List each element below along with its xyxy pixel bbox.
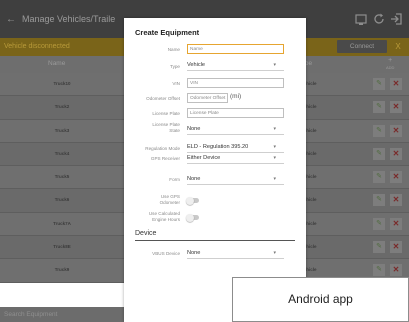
edit-icon[interactable]: ✎ xyxy=(373,78,385,90)
odometer-offset-input[interactable]: Odometer Offset xyxy=(187,93,228,103)
chevron-down-icon: ▾ xyxy=(273,62,276,68)
regulation-mode-label: Regulation Mode xyxy=(145,146,180,151)
logout-icon[interactable] xyxy=(389,11,405,27)
delete-icon[interactable]: ✕ xyxy=(390,241,402,254)
delete-icon[interactable]: ✕ xyxy=(390,217,402,230)
row-name: Truck3 xyxy=(54,127,70,133)
row-name: Truck10 xyxy=(53,81,71,86)
regulation-mode-value: ELD - Regulation 395.20 xyxy=(187,144,249,150)
edit-icon[interactable]: ✎ xyxy=(373,241,385,254)
form-value: None xyxy=(187,176,201,182)
odometer-unit: (mi) xyxy=(230,93,242,100)
edit-icon[interactable]: ✎ xyxy=(373,147,385,160)
plus-icon: + xyxy=(388,57,393,64)
use-calculated-engine-hours-label: Use Calculated Engine Hours xyxy=(148,211,180,222)
license-plate-state-value: None xyxy=(187,126,201,132)
refresh-icon[interactable] xyxy=(371,11,387,27)
delete-icon[interactable]: ✕ xyxy=(390,101,402,114)
connection-status-text: Vehicle disconnected xyxy=(4,43,70,50)
license-plate-state-label: License Plate State xyxy=(152,122,180,133)
gps-receiver-value: Either Device xyxy=(187,155,221,161)
form-label: Form xyxy=(169,177,180,182)
device-section-title: Device xyxy=(135,230,157,237)
edit-icon[interactable]: ✎ xyxy=(373,264,385,277)
name-label: Name xyxy=(167,47,180,52)
row-name: Truck9 xyxy=(54,267,70,273)
row-name: Truck5 xyxy=(54,174,70,180)
type-value: Vehicle xyxy=(187,62,206,68)
regulation-mode-dropdown[interactable]: ELD - Regulation 395.20 ▾ xyxy=(187,142,284,153)
edit-icon[interactable]: ✎ xyxy=(373,194,385,207)
delete-icon[interactable]: ✕ xyxy=(390,124,402,137)
odometer-offset-label: Odometer Offset xyxy=(146,96,180,101)
edit-icon[interactable]: ✎ xyxy=(373,101,385,114)
toggle-knob xyxy=(186,213,194,222)
chevron-down-icon: ▾ xyxy=(273,176,276,182)
name-input[interactable]: Name xyxy=(187,44,284,54)
license-plate-label: License Plate xyxy=(152,111,180,116)
app-title: Manage Vehicles/Traile xyxy=(22,14,116,24)
dialog-title: Create Equipment xyxy=(135,28,200,37)
delete-icon[interactable]: ✕ xyxy=(390,194,402,207)
row-name: Truck7A xyxy=(53,220,71,226)
vbus-device-value: None xyxy=(187,250,201,256)
form-dropdown[interactable]: None ▾ xyxy=(187,174,284,185)
row-name: Truck4 xyxy=(54,150,70,156)
chevron-down-icon: ▾ xyxy=(273,250,276,256)
delete-icon[interactable]: ✕ xyxy=(390,78,402,90)
gps-receiver-dropdown[interactable]: Either Device ▾ xyxy=(187,153,284,164)
edit-icon[interactable]: ✎ xyxy=(373,124,385,137)
row-name: Truck2 xyxy=(54,104,70,110)
edit-icon[interactable]: ✎ xyxy=(373,217,385,230)
delete-icon[interactable]: ✕ xyxy=(390,264,402,277)
toggle-knob xyxy=(186,196,194,205)
license-plate-input[interactable]: License Plate xyxy=(187,108,284,118)
license-plate-state-dropdown[interactable]: None ▾ xyxy=(187,124,284,135)
chevron-down-icon: ▾ xyxy=(273,126,276,132)
use-gps-odometer-toggle[interactable] xyxy=(186,196,199,205)
row-name: Truck6 xyxy=(54,197,70,203)
bluetooth-icon[interactable] xyxy=(353,11,369,27)
row-name: Truck8E xyxy=(53,244,71,250)
edit-icon[interactable]: ✎ xyxy=(373,171,385,184)
use-calculated-engine-hours-toggle[interactable] xyxy=(186,213,199,222)
dismiss-status-button[interactable]: X xyxy=(392,39,404,54)
gps-receiver-label: GPS Receiver xyxy=(150,156,180,161)
android-app-caption: Android app xyxy=(232,277,409,322)
column-header-name: Name xyxy=(48,60,66,67)
connect-button[interactable]: Connect xyxy=(337,40,387,53)
chevron-down-icon: ▾ xyxy=(273,155,276,161)
vbus-device-label: VBUS Device xyxy=(152,251,180,256)
vin-label: VIN xyxy=(172,81,180,86)
type-dropdown[interactable]: Vehicle ▾ xyxy=(187,60,284,71)
chevron-down-icon: ▾ xyxy=(273,144,276,150)
type-label: Type xyxy=(170,64,180,69)
vin-input[interactable]: VIN xyxy=(187,78,284,88)
vbus-device-dropdown[interactable]: None ▾ xyxy=(187,248,284,259)
section-divider xyxy=(135,240,295,241)
add-equipment-button[interactable]: + ADD xyxy=(386,57,394,71)
delete-icon[interactable]: ✕ xyxy=(390,147,402,160)
back-arrow-icon[interactable]: ← xyxy=(0,14,22,25)
add-label: ADD xyxy=(386,65,395,70)
delete-icon[interactable]: ✕ xyxy=(390,171,402,184)
use-gps-odometer-label: Use GPS Odometer xyxy=(159,194,180,205)
